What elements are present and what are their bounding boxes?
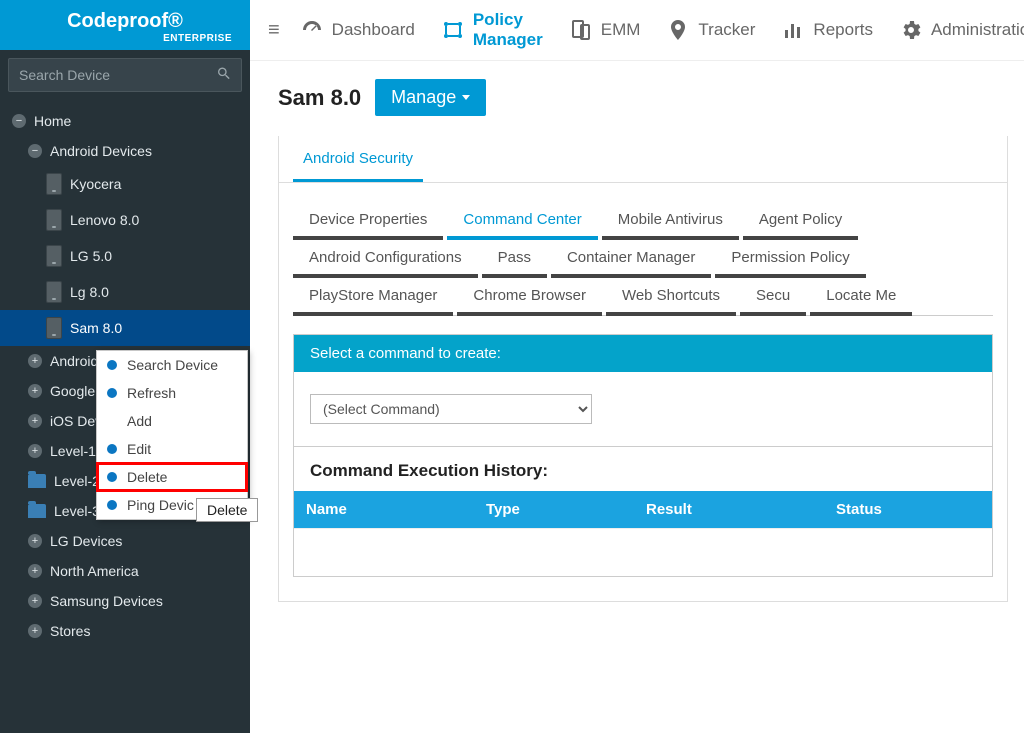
tree-device-item[interactable]: Lg 8.0: [0, 274, 250, 310]
collapse-icon: −: [28, 144, 42, 158]
command-select-row: (Select Command): [294, 372, 992, 447]
subtab-web-shortcuts[interactable]: Web Shortcuts: [606, 277, 736, 316]
nav-policy-manager[interactable]: Policy Manager: [441, 10, 543, 50]
device-icon: [46, 317, 62, 339]
col-type: Type: [474, 491, 634, 528]
tree-node[interactable]: +Samsung Devices: [0, 586, 250, 616]
expand-icon: +: [28, 594, 42, 608]
subtab-pass[interactable]: Pass: [482, 239, 547, 278]
expand-icon: +: [28, 534, 42, 548]
context-menu: Search Device Refresh Add Edit Delete Pi…: [96, 350, 248, 520]
ctx-refresh[interactable]: Refresh: [97, 379, 247, 407]
subtab-device-properties[interactable]: Device Properties: [293, 201, 443, 240]
subtab-chrome-browser[interactable]: Chrome Browser: [457, 277, 602, 316]
bullet-icon: [107, 500, 117, 510]
tree-home[interactable]: − Home: [0, 106, 250, 136]
policy-icon: [441, 18, 465, 42]
tree-device-item-selected[interactable]: Sam 8.0: [0, 310, 250, 346]
search-input[interactable]: [8, 58, 242, 92]
page-title: Sam 8.0: [278, 85, 361, 111]
tooltip: Delete: [196, 498, 258, 522]
subtab-permission-policy[interactable]: Permission Policy: [715, 239, 865, 278]
main: ≡ Dashboard Policy Manager EMM Tracker: [250, 0, 1024, 733]
history-title: Command Execution History:: [294, 447, 992, 491]
tracker-icon: [666, 18, 690, 42]
dashboard-icon: [300, 18, 324, 42]
ctx-add[interactable]: Add: [97, 407, 247, 435]
menu-toggle-icon[interactable]: ≡: [262, 15, 286, 46]
nav-dashboard[interactable]: Dashboard: [300, 18, 415, 42]
tree-android-devices[interactable]: − Android Devices: [0, 136, 250, 166]
expand-icon: +: [28, 444, 42, 458]
device-icon: [46, 209, 62, 231]
subtab-locate-me[interactable]: Locate Me: [810, 277, 912, 316]
collapse-icon: −: [12, 114, 26, 128]
search-icon[interactable]: [212, 62, 236, 89]
tree-device-item[interactable]: Kyocera: [0, 166, 250, 202]
tree-device-item[interactable]: LG 5.0: [0, 238, 250, 274]
expand-icon: +: [28, 624, 42, 638]
expand-icon: +: [28, 384, 42, 398]
tree-node[interactable]: +LG Devices: [0, 526, 250, 556]
bullet-icon: [107, 472, 117, 482]
ctx-delete[interactable]: Delete: [97, 463, 247, 491]
nav-administration[interactable]: Administration: [899, 18, 1024, 42]
subtab-container-manager[interactable]: Container Manager: [551, 239, 711, 278]
expand-icon: +: [28, 564, 42, 578]
subtab-agent-policy[interactable]: Agent Policy: [743, 201, 858, 240]
bullet-icon: [107, 360, 117, 370]
sub-tabs: Device Properties Command Center Mobile …: [279, 183, 1007, 316]
subtab-playstore-manager[interactable]: PlayStore Manager: [293, 277, 453, 316]
subtab-mobile-antivirus[interactable]: Mobile Antivirus: [602, 201, 739, 240]
content: Sam 8.0 Manage Android Security Device P…: [250, 61, 1024, 620]
search-wrap: [0, 50, 250, 100]
bullet-icon: [107, 388, 117, 398]
tree-node[interactable]: +Stores: [0, 616, 250, 646]
history-table: Name Type Result Status: [294, 491, 992, 576]
col-name: Name: [294, 491, 474, 528]
reports-icon: [781, 18, 805, 42]
folder-icon: [28, 474, 46, 488]
nav-emm[interactable]: EMM: [569, 18, 641, 42]
device-icon: [46, 173, 62, 195]
tree-node[interactable]: +North America: [0, 556, 250, 586]
policy-panel: Android Security Device Properties Comma…: [278, 136, 1008, 602]
subtab-command-center[interactable]: Command Center: [447, 201, 597, 240]
ctx-edit[interactable]: Edit: [97, 435, 247, 463]
expand-icon: +: [28, 414, 42, 428]
chevron-down-icon: [462, 95, 470, 100]
command-section-header: Select a command to create:: [294, 335, 992, 372]
manage-button[interactable]: Manage: [375, 79, 486, 116]
ctx-search-device[interactable]: Search Device: [97, 351, 247, 379]
col-status: Status: [824, 491, 992, 528]
super-tab-row: Android Security: [279, 136, 1007, 183]
bullet-icon: [107, 444, 117, 454]
brand-header: Codeproof® ENTERPRISE: [0, 0, 250, 50]
page-header: Sam 8.0 Manage: [278, 79, 1008, 116]
command-section: Select a command to create: (Select Comm…: [293, 334, 993, 577]
col-result: Result: [634, 491, 824, 528]
subtab-secu[interactable]: Secu: [740, 277, 806, 316]
tab-android-security[interactable]: Android Security: [293, 136, 423, 182]
expand-icon: +: [28, 354, 42, 368]
bullet-icon: [107, 416, 117, 426]
subtab-android-configurations[interactable]: Android Configurations: [293, 239, 478, 278]
device-icon: [46, 281, 62, 303]
nav-reports[interactable]: Reports: [781, 18, 873, 42]
device-icon: [46, 245, 62, 267]
top-nav: ≡ Dashboard Policy Manager EMM Tracker: [250, 0, 1024, 61]
command-select[interactable]: (Select Command): [310, 394, 592, 424]
tree-device-item[interactable]: Lenovo 8.0: [0, 202, 250, 238]
brand-title: Codeproof®: [8, 10, 242, 33]
gear-icon: [899, 18, 923, 42]
nav-tracker[interactable]: Tracker: [666, 18, 755, 42]
history-empty-row: [294, 528, 992, 576]
emm-icon: [569, 18, 593, 42]
history-header-row: Name Type Result Status: [294, 491, 992, 528]
folder-icon: [28, 504, 46, 518]
brand-subtitle: ENTERPRISE: [8, 33, 242, 44]
